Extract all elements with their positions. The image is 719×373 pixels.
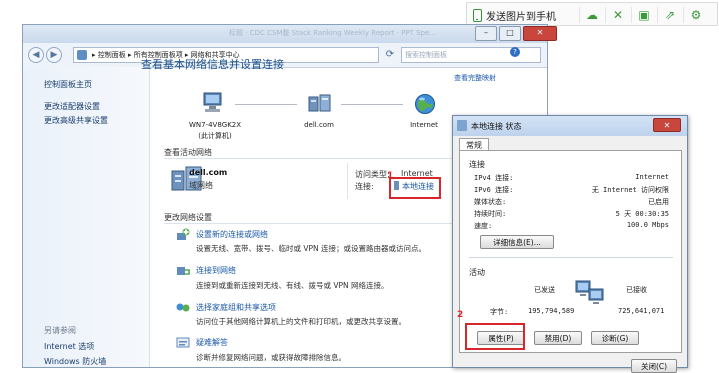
help-icon[interactable]: ?	[510, 47, 520, 57]
local-connection-link[interactable]: 本地连接	[402, 181, 434, 192]
task-troubleshoot-desc: 诊断并修复网络问题，或获得故障排除信息。	[196, 353, 346, 362]
active-network-name: dell.com	[189, 168, 228, 177]
received-label: 已接收	[626, 286, 647, 294]
settings-icon[interactable]: ⚙	[683, 7, 704, 23]
task-homegroup-desc: 访问位于其他网络计算机上的文件和打印机，或更改共享设置。	[196, 317, 406, 326]
forward-button[interactable]: ▶	[46, 47, 62, 63]
computer-name: WN7-4V8GK2X	[188, 121, 242, 129]
computer-icon	[203, 92, 222, 112]
task-connect-network[interactable]: 连接到网络	[196, 265, 236, 276]
internet-label: Internet	[410, 121, 438, 129]
local-connection-icon	[394, 181, 399, 190]
speed-value: 100.0 Mbps	[626, 221, 669, 229]
see-also-heading: 另请参阅	[44, 326, 76, 335]
ipv4-value: Internet	[635, 173, 669, 181]
internet-globe-icon	[415, 94, 435, 114]
sent-label: 已发送	[534, 286, 555, 294]
expand-icon[interactable]: ✕	[605, 7, 626, 23]
connection-label: 连接:	[355, 182, 374, 191]
bytes-received-value: 725,641,071	[618, 307, 665, 315]
step-marker-2: 2	[457, 310, 464, 320]
task-troubleshoot[interactable]: 疑难解答	[196, 337, 228, 348]
sidebar-item-advanced-sharing[interactable]: 更改高级共享设置	[44, 115, 108, 126]
active-vertical-divider	[347, 163, 348, 199]
speed-label: 速度:	[474, 222, 493, 230]
sidebar-item-internet-options[interactable]: Internet 选项	[44, 341, 94, 352]
new-connection-icon	[177, 228, 190, 240]
homegroup-icon	[176, 303, 190, 312]
active-divider	[164, 158, 454, 159]
connection-group-heading: 连接	[469, 160, 485, 169]
task-connect-network-desc: 连接到或重新连接到无线、有线、拨号或 VPN 网络连接。	[196, 281, 389, 290]
dialog-divider	[469, 257, 673, 258]
control-panel-icon	[77, 50, 87, 60]
maximize-button[interactable]: □	[499, 26, 521, 41]
send-to-phone-label: 发送图片到手机	[486, 11, 556, 23]
access-type-label: 访问类型:	[355, 170, 390, 179]
search-input[interactable]: 搜索控制面板	[401, 47, 541, 63]
task-new-connection[interactable]: 设置新的连接或网络	[196, 229, 268, 240]
highlight-box-properties	[465, 323, 525, 350]
sidebar: 控制面板主页 更改适配器设置 更改高级共享设置 另请参阅 Internet 选项…	[23, 67, 150, 367]
ipv6-value: 无 Internet 访问权限	[591, 186, 669, 194]
details-button[interactable]: 详细信息(E)...	[480, 235, 554, 249]
activity-computers-icon	[575, 280, 604, 304]
computer-sub: (此计算机)	[198, 132, 232, 140]
bytes-sent-value: 195,794,589	[528, 307, 575, 315]
full-map-link[interactable]: 查看完整映射	[454, 73, 496, 83]
activity-group-heading: 活动	[469, 268, 485, 277]
send-to-phone-button[interactable]: 发送图片到手机	[473, 7, 556, 23]
task-homegroup[interactable]: 选择家庭组和共享选项	[196, 302, 276, 313]
map-link-2	[341, 104, 403, 105]
save-icon[interactable]: ▣	[631, 7, 652, 23]
window-titlebar: 标题 · CDC CSM整 Stack Ranking Weekly Repor…	[23, 25, 557, 43]
domain-network-icon	[308, 94, 331, 112]
diagnose-button[interactable]: 诊断(G)	[591, 331, 639, 345]
dialog-close-bottom-button[interactable]: 关闭(C)	[631, 359, 677, 373]
network-name: dell.com	[304, 121, 334, 129]
media-state-value: 已启用	[648, 198, 669, 206]
sidebar-item-adapter[interactable]: 更改适配器设置	[44, 101, 100, 112]
change-settings-heading: 更改网络设置	[164, 213, 212, 222]
phone-icon	[473, 8, 482, 22]
bytes-label: 字节:	[490, 308, 509, 316]
ipv6-label: IPv6 连接:	[474, 186, 514, 194]
close-button[interactable]: ✕	[523, 26, 557, 41]
cloud-icon[interactable]: ☁	[579, 7, 600, 23]
active-network-heading: 查看活动网络	[164, 148, 212, 157]
send-to-phone-toolbar: 发送图片到手机 ☁ ✕ ▣ ⇗ ⚙	[466, 2, 718, 26]
disable-button[interactable]: 禁用(D)	[534, 331, 582, 345]
ipv4-label: IPv4 连接:	[474, 174, 514, 182]
connect-network-icon	[177, 267, 190, 275]
sidebar-item-home[interactable]: 控制面板主页	[44, 79, 92, 90]
duration-label: 持续时间:	[474, 210, 507, 218]
minimize-button[interactable]: –	[475, 26, 497, 41]
sidebar-item-firewall[interactable]: Windows 防火墙	[44, 356, 106, 367]
refresh-icon[interactable]: ⟳	[383, 48, 397, 62]
dialog-close-button[interactable]: ✕	[653, 118, 681, 132]
task-new-connection-desc: 设置无线、宽带、拨号、临时或 VPN 连接；或设置路由器或访问点。	[196, 244, 427, 253]
page-title: 查看基本网络信息并设置连接	[141, 58, 284, 71]
media-state-label: 媒体状态:	[474, 198, 507, 206]
active-network-type: 域网络	[189, 181, 213, 190]
map-link-1	[235, 104, 297, 105]
share-icon[interactable]: ⇗	[657, 7, 678, 23]
dialog-title: 本地连接 状态	[471, 122, 522, 131]
address-bar: ◀ ▶ ▸ 控制面板 ▸ 所有控制面板项 ▸ 网络和共享中心 ⟳ 搜索控制面板	[23, 43, 547, 68]
duration-value: 5 天 00:30:35	[615, 210, 669, 218]
window-title: 标题 · CDC CSM整 Stack Ranking Weekly Repor…	[229, 29, 436, 37]
change-divider	[164, 223, 454, 224]
dialog-titlebar: 本地连接 状态 ✕	[453, 116, 687, 136]
window-controls: – □ ✕	[475, 26, 557, 41]
back-button[interactable]: ◀	[28, 47, 44, 63]
troubleshoot-icon	[176, 337, 190, 348]
network-adapter-icon	[457, 120, 467, 131]
